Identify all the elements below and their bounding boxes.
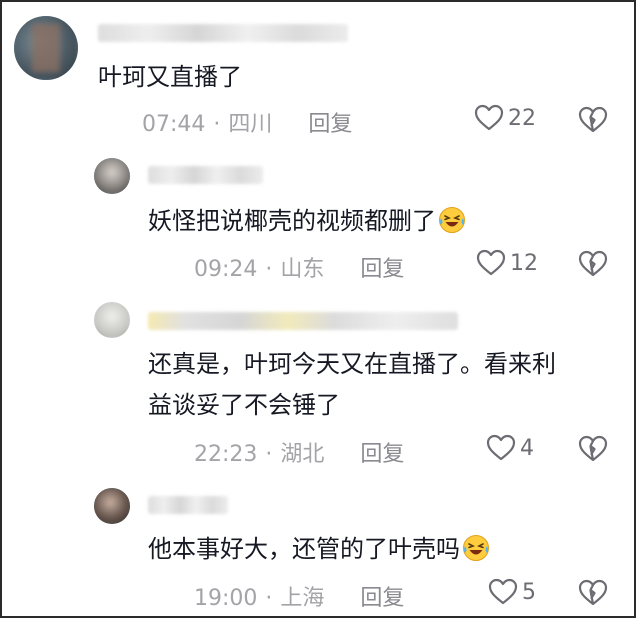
like-count: 5: [522, 579, 536, 605]
like-count: 22: [508, 105, 536, 131]
broken-heart-icon[interactable]: [578, 106, 608, 134]
like-button[interactable]: 12: [476, 249, 538, 277]
like-count: 12: [510, 250, 538, 276]
comment-text: 他本事好大，还管的了叶壳吗: [148, 530, 490, 568]
comment-time: 22:23: [194, 442, 258, 467]
like-count: 4: [520, 435, 534, 461]
broken-heart-icon[interactable]: [578, 435, 608, 463]
reply-button[interactable]: 回复: [360, 436, 404, 468]
comment-text-line2: 益谈妥了不会锤了: [148, 391, 340, 419]
comment-meta: 07:44 · 四川 回复: [142, 106, 352, 138]
reply-button[interactable]: 回复: [360, 580, 404, 612]
comment-text-line1: 还真是，叶珂今天又在直播了。看来利: [148, 350, 556, 378]
comment-text-content: 他本事好大，还管的了叶壳吗: [148, 535, 460, 563]
comment-text: 叶珂又直播了: [98, 63, 242, 91]
meta-separator: ·: [213, 112, 221, 137]
avatar[interactable]: [14, 16, 78, 80]
comment-thread: 叶珂又直播了 07:44 · 四川 回复 22 妖怪把说椰壳的视频都删了 09:24 ·…: [0, 0, 636, 618]
username-blurred[interactable]: [148, 312, 458, 330]
comment-location: 山东: [280, 257, 325, 282]
comment-meta: 09:24 · 山东 回复: [194, 251, 404, 283]
comment-time: 09:24: [194, 257, 258, 282]
broken-heart-icon[interactable]: [578, 250, 608, 278]
laughing-crying-emoji-icon: [439, 207, 465, 233]
meta-separator: ·: [265, 257, 273, 282]
broken-heart-icon[interactable]: [578, 579, 608, 607]
heart-outline-icon: [486, 434, 516, 461]
avatar[interactable]: [94, 488, 130, 524]
heart-outline-icon: [474, 104, 504, 131]
meta-separator: ·: [265, 442, 273, 467]
like-button[interactable]: 22: [474, 104, 536, 132]
reply-button[interactable]: 回复: [360, 251, 404, 283]
laughing-crying-emoji-icon: [463, 535, 489, 561]
comment-meta: 22:23 · 湖北 回复: [194, 436, 404, 468]
comment-text: 妖怪把说椰壳的视频都删了: [148, 202, 466, 240]
heart-outline-icon: [488, 578, 518, 605]
comment-location: 四川: [228, 112, 273, 137]
username-blurred[interactable]: [148, 166, 263, 184]
meta-separator: ·: [265, 586, 273, 611]
avatar[interactable]: [94, 158, 130, 194]
username-blurred[interactable]: [148, 496, 228, 514]
like-button[interactable]: 4: [486, 434, 534, 462]
heart-outline-icon: [476, 249, 506, 276]
comment-meta: 19:00 · 上海 回复: [194, 580, 404, 612]
comment-text-content: 妖怪把说椰壳的视频都删了: [148, 207, 436, 235]
reply-button[interactable]: 回复: [308, 106, 352, 138]
comment-location: 上海: [280, 586, 325, 611]
avatar[interactable]: [94, 302, 130, 338]
comment-time: 07:44: [142, 112, 206, 137]
like-button[interactable]: 5: [488, 578, 536, 606]
username-blurred[interactable]: [98, 24, 348, 42]
comment-time: 19:00: [194, 586, 258, 611]
comment-location: 湖北: [280, 442, 325, 467]
